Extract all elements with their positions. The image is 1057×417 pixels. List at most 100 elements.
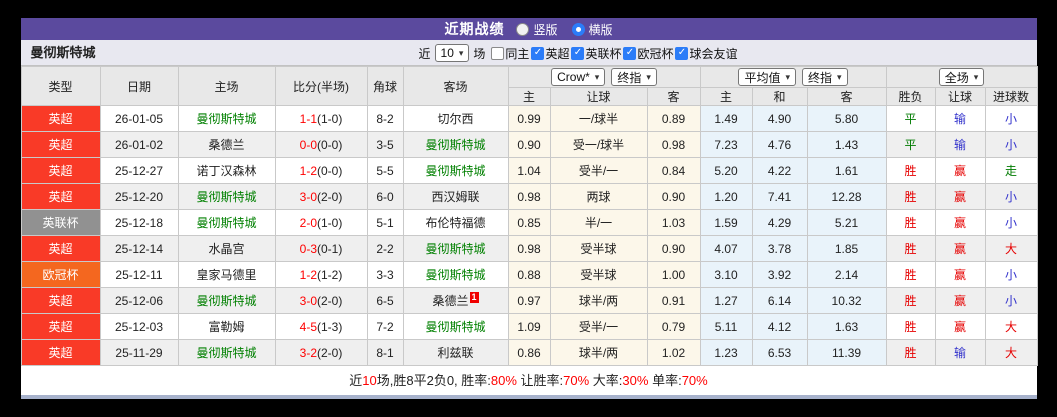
bottom-strip <box>20 395 1037 399</box>
checkbox-icon-epl[interactable]: ✓ <box>531 46 545 60</box>
europe-dropdown-1[interactable]: 终指 ▾ <box>802 68 848 86</box>
layout-radio-vertical[interactable]: 竖版 <box>516 21 558 38</box>
match-result: 平 <box>885 105 936 132</box>
score-halftime: (0-0) <box>317 163 343 178</box>
away-team: 曼彻斯特城 <box>402 313 509 340</box>
summary-segment: 大率: <box>589 373 623 388</box>
eu-home-odds: 5.20 <box>699 157 753 184</box>
score-halftime: (1-2) <box>317 267 343 282</box>
asia-handicap: 受一/球半 <box>549 131 648 158</box>
radio-icon-vertical[interactable] <box>516 22 530 36</box>
eu-away-odds: 1.85 <box>806 235 887 262</box>
match-date: 25-12-14 <box>99 235 179 262</box>
match-date: 25-12-06 <box>99 287 179 314</box>
asia-dropdown-1-value: 终指 <box>617 70 642 85</box>
home-team: 富勒姆 <box>177 313 276 340</box>
goals-result: 大 <box>984 235 1038 262</box>
goals-result: 小 <box>984 209 1038 236</box>
eu-away-odds: 5.21 <box>806 209 887 236</box>
col-header-handicap-result: 让球 <box>934 87 986 106</box>
goals-result: 大 <box>984 313 1038 340</box>
filter-bar: 曼彻斯特城 近 10 ▾ 场 同主 ✓ 英超 ✓ 英联杯 ✓ 欧冠杯 ✓ 球会友谊 <box>20 40 1037 66</box>
match-row: 英超 25-12-14 水晶宫 0-3(0-1) 2-2 曼彻斯特城 0.98 受半球 0.90… <box>20 235 1038 262</box>
col-header-type: 类型 <box>20 66 101 106</box>
home-team: 诺丁汉森林 <box>177 157 276 184</box>
score-fulltime: 3-0 <box>299 189 317 204</box>
eu-draw-odds: 4.29 <box>751 209 808 236</box>
score-cell: 3-0(2-0) <box>274 287 368 314</box>
match-result: 胜 <box>885 261 936 288</box>
home-team: 曼彻斯特城 <box>177 183 276 210</box>
filter-checkbox-friendly[interactable]: ✓ 球会友谊 <box>675 45 738 62</box>
col-header-eu-draw: 和 <box>751 87 808 106</box>
recent-count-select[interactable]: 10 ▾ <box>434 44 470 62</box>
checkbox-icon-friendly[interactable]: ✓ <box>675 46 689 60</box>
filter-checkbox-epl[interactable]: ✓ 英超 <box>531 45 569 62</box>
eu-draw-odds: 4.90 <box>751 105 808 132</box>
asia-away-odds: 1.02 <box>646 339 701 366</box>
match-date: 25-12-27 <box>99 157 179 184</box>
corner-score: 8-1 <box>366 339 404 366</box>
score-cell: 4-5(1-3) <box>274 313 368 340</box>
match-row: 英超 25-11-29 曼彻斯特城 3-2(2-0) 8-1 利兹联 0.86 球半/两 1.0… <box>20 339 1038 366</box>
home-team: 桑德兰 <box>177 131 276 158</box>
score-cell: 2-0(1-0) <box>274 209 368 236</box>
score-fulltime: 0-0 <box>299 137 317 152</box>
asia-handicap: 一/球半 <box>549 105 648 132</box>
recent-label: 近 <box>418 46 431 61</box>
league-badge: 英超 <box>20 287 101 314</box>
away-team: 利兹联 <box>402 339 509 366</box>
filter-checkbox-efl-cup[interactable]: ✓ 英联杯 <box>571 45 621 62</box>
eu-away-odds: 10.32 <box>806 287 887 314</box>
radio-icon-horizontal[interactable] <box>571 22 585 36</box>
score-halftime: (1-0) <box>317 215 343 230</box>
filter-checkbox-same-home[interactable]: 同主 <box>491 45 529 62</box>
eu-home-odds: 1.59 <box>699 209 753 236</box>
checkbox-icon-same-home[interactable] <box>491 46 505 60</box>
handicap-result: 赢 <box>934 235 986 262</box>
league-badge: 英超 <box>20 235 101 262</box>
asia-away-odds: 0.90 <box>646 235 701 262</box>
layout-radio-horizontal[interactable]: 横版 <box>571 21 613 38</box>
match-row: 英联杯 25-12-18 曼彻斯特城 2-0(1-0) 5-1 布伦特福德 0.85 半/一 1… <box>20 209 1038 236</box>
chevron-down-icon: ▾ <box>785 71 791 82</box>
away-team: 曼彻斯特城 <box>402 261 509 288</box>
col-header-asia-handicap: 让球 <box>549 87 648 106</box>
red-card-badge: 1 <box>469 292 479 303</box>
games-label: 场 <box>473 46 486 61</box>
away-team: 切尔西 <box>402 105 509 132</box>
match-result: 胜 <box>885 157 936 184</box>
score-cell: 3-0(2-0) <box>274 183 368 210</box>
checkbox-label-efl-cup: 英联杯 <box>585 46 622 61</box>
score-fulltime: 0-3 <box>299 241 317 256</box>
asia-home-odds: 0.86 <box>507 339 551 366</box>
result-dropdown-0-value: 全场 <box>944 70 969 85</box>
result-dropdown-0[interactable]: 全场 ▾ <box>938 68 985 86</box>
asia-dropdown-0[interactable]: Crow* ▾ <box>551 68 606 86</box>
eu-home-odds: 7.23 <box>699 131 753 158</box>
summary-segment: 单率: <box>648 373 682 388</box>
eu-draw-odds: 6.14 <box>751 287 808 314</box>
asia-away-odds: 0.84 <box>646 157 701 184</box>
europe-dropdown-0[interactable]: 平均值 ▾ <box>738 68 797 86</box>
corner-score: 6-0 <box>366 183 404 210</box>
score-fulltime: 1-1 <box>299 111 317 126</box>
asia-dropdown-1[interactable]: 终指 ▾ <box>611 68 657 86</box>
asia-home-odds: 0.85 <box>507 209 551 236</box>
summary-text: 近10场,胜8平2负0, 胜率:80% 让胜率:70% 大率:30% 单率:70… <box>20 366 1037 395</box>
match-result: 胜 <box>885 209 936 236</box>
filter-checkbox-ucl[interactable]: ✓ 欧冠杯 <box>623 45 673 62</box>
checkbox-icon-efl-cup[interactable]: ✓ <box>571 46 585 60</box>
eu-draw-odds: 3.78 <box>751 235 808 262</box>
chevron-down-icon: ▾ <box>646 71 651 82</box>
eu-away-odds: 1.61 <box>806 157 887 184</box>
corner-score: 8-2 <box>366 105 404 132</box>
score-cell: 0-3(0-1) <box>274 235 368 262</box>
league-badge: 欧冠杯 <box>20 261 101 288</box>
checkbox-icon-ucl[interactable]: ✓ <box>623 46 637 60</box>
col-header-winlose: 胜负 <box>885 87 936 106</box>
asia-home-odds: 0.88 <box>507 261 551 288</box>
match-row: 英超 25-12-20 曼彻斯特城 3-0(2-0) 6-0 西汉姆联 0.98 两球 0.90… <box>20 183 1038 210</box>
asia-handicap: 半/一 <box>549 209 648 236</box>
match-result: 胜 <box>885 339 936 366</box>
